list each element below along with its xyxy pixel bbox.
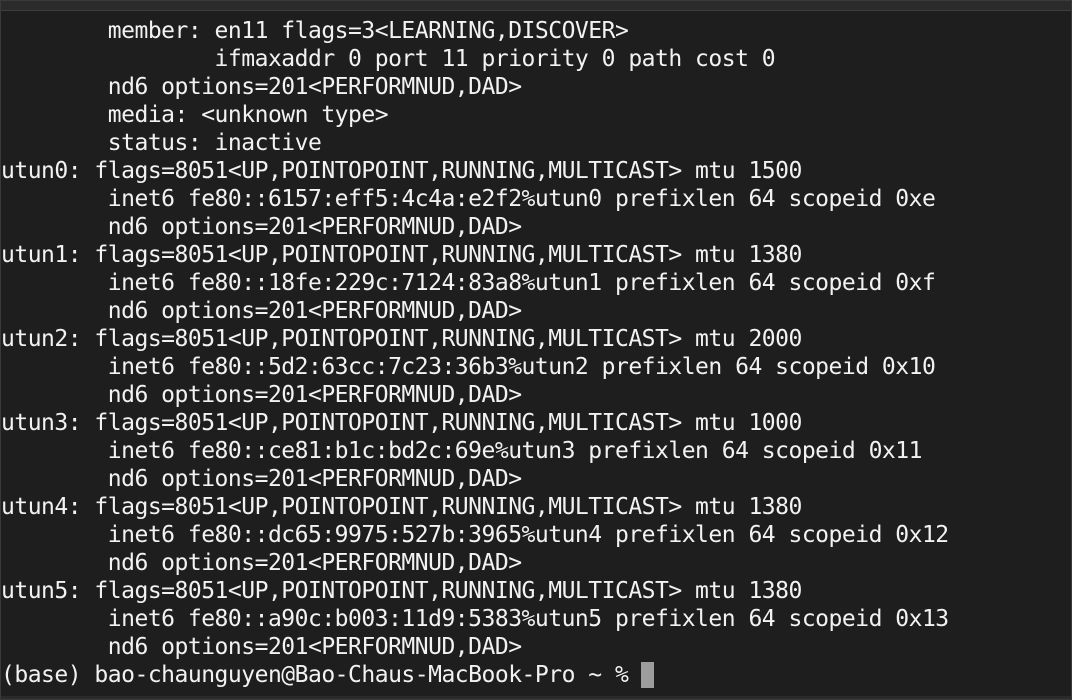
- terminal-output[interactable]: member: en11 flags=3<LEARNING,DISCOVER> …: [1, 17, 1071, 699]
- output-line: nd6 options=201<PERFORMNUD,DAD>: [1, 550, 522, 576]
- output-line: inet6 fe80::6157:eff5:4c4a:e2f2%utun0 pr…: [1, 186, 936, 212]
- shell-prompt: (base) bao-chaunguyen@Bao-Chaus-MacBook-…: [1, 662, 629, 688]
- output-line: nd6 options=201<PERFORMNUD,DAD>: [1, 382, 522, 408]
- output-line: nd6 options=201<PERFORMNUD,DAD>: [1, 466, 522, 492]
- terminal-window: member: en11 flags=3<LEARNING,DISCOVER> …: [0, 0, 1072, 700]
- output-line: inet6 fe80::dc65:9975:527b:3965%utun4 pr…: [1, 522, 949, 548]
- prompt-line[interactable]: (base) bao-chaunguyen@Bao-Chaus-MacBook-…: [1, 661, 1071, 689]
- output-line: utun4: flags=8051<UP,POINTOPOINT,RUNNING…: [1, 494, 802, 520]
- output-line: ifmaxaddr 0 port 11 priority 0 path cost…: [1, 46, 776, 72]
- output-line: utun5: flags=8051<UP,POINTOPOINT,RUNNING…: [1, 578, 802, 604]
- output-line: nd6 options=201<PERFORMNUD,DAD>: [1, 214, 522, 240]
- output-line: inet6 fe80::a90c:b003:11d9:5383%utun5 pr…: [1, 606, 949, 632]
- output-line: utun1: flags=8051<UP,POINTOPOINT,RUNNING…: [1, 242, 802, 268]
- output-line: nd6 options=201<PERFORMNUD,DAD>: [1, 634, 522, 660]
- window-bottom-edge: [1, 696, 1071, 699]
- output-line: media: <unknown type>: [1, 102, 389, 128]
- output-line: nd6 options=201<PERFORMNUD,DAD>: [1, 74, 522, 100]
- output-line: inet6 fe80::5d2:63cc:7c23:36b3%utun2 pre…: [1, 354, 936, 380]
- text-cursor: [641, 662, 655, 688]
- output-line: inet6 fe80::18fe:229c:7124:83a8%utun1 pr…: [1, 270, 936, 296]
- output-line: utun3: flags=8051<UP,POINTOPOINT,RUNNING…: [1, 410, 802, 436]
- title-bar-edge: [1, 1, 1071, 11]
- output-line: nd6 options=201<PERFORMNUD,DAD>: [1, 298, 522, 324]
- output-line: utun2: flags=8051<UP,POINTOPOINT,RUNNING…: [1, 326, 802, 352]
- output-line: member: en11 flags=3<LEARNING,DISCOVER>: [1, 18, 629, 44]
- output-line: status: inactive: [1, 130, 322, 156]
- output-line: inet6 fe80::ce81:b1c:bd2c:69e%utun3 pref…: [1, 438, 923, 464]
- output-line: utun0: flags=8051<UP,POINTOPOINT,RUNNING…: [1, 158, 802, 184]
